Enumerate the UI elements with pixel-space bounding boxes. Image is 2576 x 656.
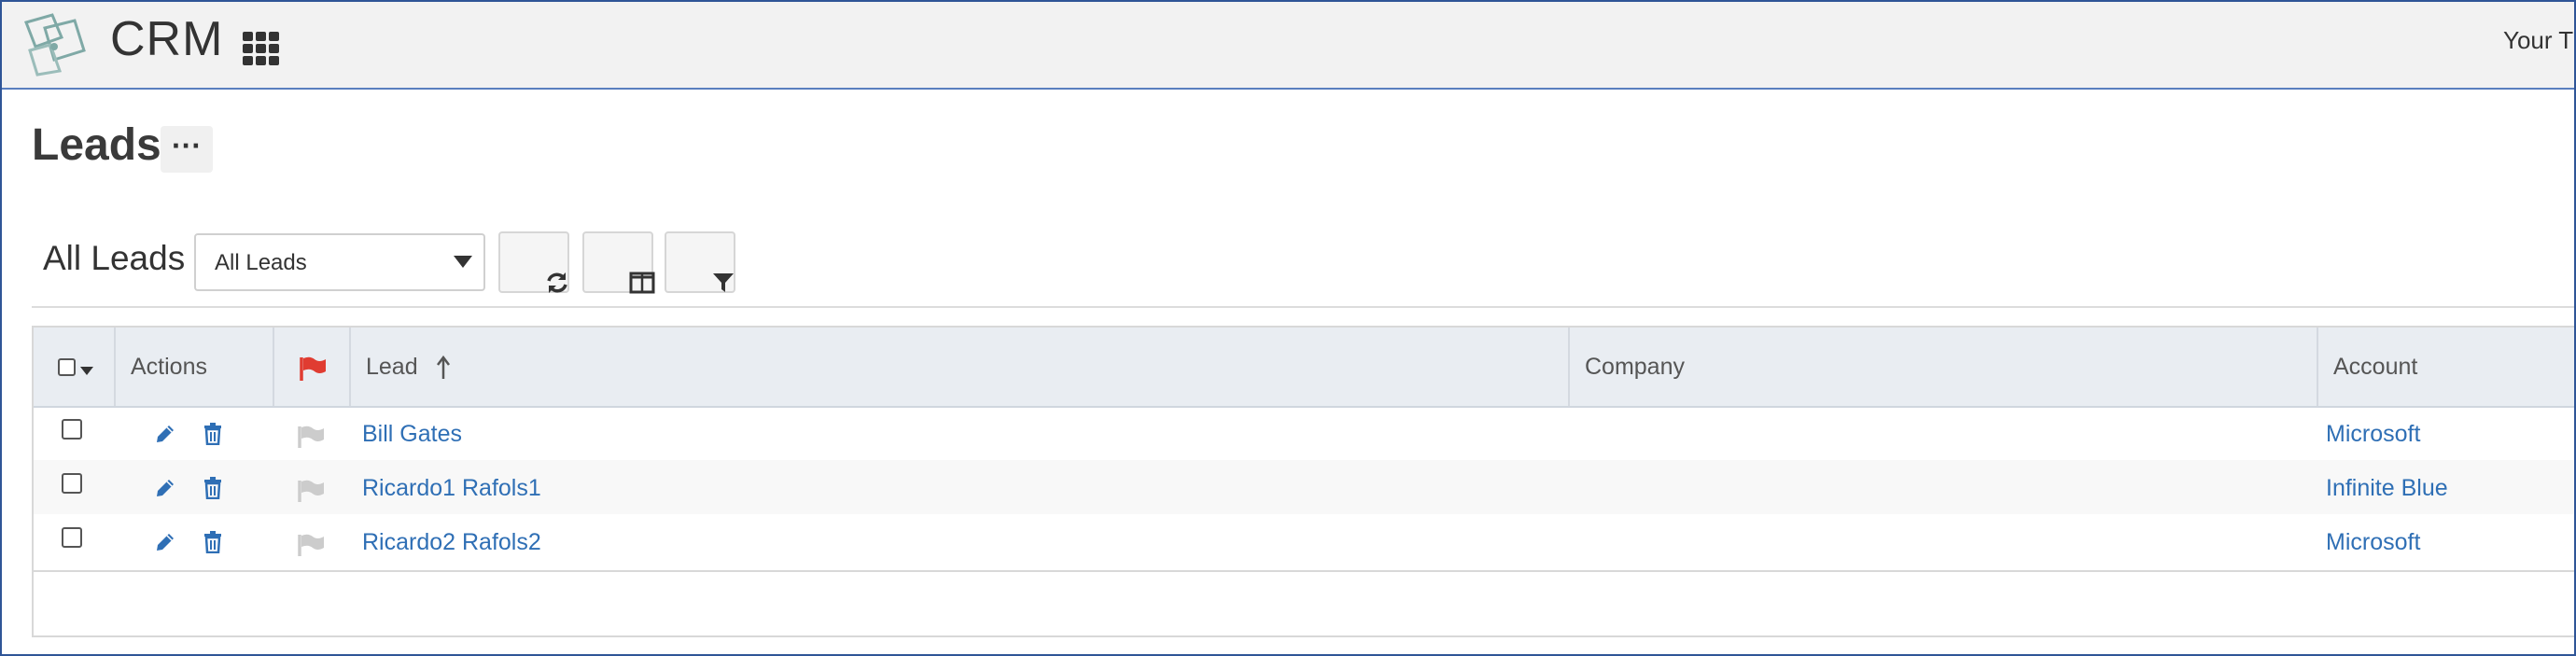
column-label-lead: Lead — [366, 354, 418, 380]
edit-icon[interactable] — [155, 478, 175, 503]
app-title[interactable]: CRM — [110, 11, 223, 67]
columns-button[interactable] — [582, 231, 655, 294]
account-link[interactable]: Microsoft — [2326, 421, 2420, 448]
toolbar-divider — [32, 306, 2574, 308]
flag-icon — [299, 356, 327, 386]
edit-icon[interactable] — [155, 424, 175, 449]
view-select[interactable]: All Leads — [194, 233, 485, 291]
table-row: Ricardo2 Rafols2 Microsoft — [34, 514, 2574, 568]
lead-name-link[interactable]: Ricardo2 Rafols2 — [362, 529, 541, 556]
column-label-account: Account — [2333, 354, 2418, 380]
refresh-button[interactable] — [498, 231, 569, 293]
view-select-value: All Leads — [215, 250, 307, 275]
caret-down-icon — [454, 256, 472, 273]
column-header-company[interactable]: Company — [1570, 328, 2318, 406]
column-header-lead[interactable]: Lead — [351, 328, 1570, 406]
column-header-account[interactable]: Account — [2318, 328, 2574, 406]
column-label-company: Company — [1585, 354, 1685, 380]
row-checkbox[interactable] — [62, 527, 82, 548]
row-checkbox[interactable] — [62, 473, 82, 494]
column-label-actions: Actions — [131, 354, 207, 380]
top-bar: CRM Your Tr — [2, 2, 2574, 90]
delete-icon[interactable] — [203, 423, 222, 450]
more-actions-button[interactable]: ··· — [161, 126, 213, 173]
delete-icon[interactable] — [203, 477, 222, 504]
user-menu[interactable]: Your Tr — [2503, 26, 2574, 55]
edit-icon[interactable] — [155, 532, 175, 557]
select-all-column — [34, 328, 116, 406]
flag-icon[interactable] — [297, 533, 325, 562]
sort-ascending-icon — [437, 355, 450, 384]
caret-down-icon[interactable] — [80, 364, 93, 381]
account-link[interactable]: Microsoft — [2326, 529, 2420, 556]
crm-logo-icon[interactable] — [17, 9, 91, 78]
column-header-flag[interactable] — [274, 328, 351, 406]
filter-button[interactable] — [665, 231, 735, 293]
lead-name-link[interactable]: Ricardo1 Rafols1 — [362, 475, 541, 502]
column-header-actions: Actions — [116, 328, 274, 406]
list-view-title: All Leads — [43, 239, 186, 277]
table-row: Ricardo1 Rafols1 Infinite Blue — [34, 460, 2574, 514]
lead-name-link[interactable]: Bill Gates — [362, 421, 462, 448]
leads-table: Actions Lead Company Account Bill Gates … — [32, 326, 2574, 637]
delete-icon[interactable] — [203, 531, 222, 558]
select-all-checkbox[interactable] — [58, 358, 76, 376]
table-header: Actions Lead Company Account — [34, 328, 2574, 408]
table-footer-divider — [34, 570, 2574, 572]
flag-icon[interactable] — [297, 425, 325, 454]
flag-icon[interactable] — [297, 479, 325, 508]
page-title: Leads — [32, 120, 161, 170]
table-row: Bill Gates Microsoft — [34, 406, 2574, 460]
account-link[interactable]: Infinite Blue — [2326, 475, 2448, 502]
row-checkbox[interactable] — [62, 419, 82, 440]
app-window: CRM Your Tr Leads ··· All Leads All Lead… — [0, 0, 2576, 656]
app-grid-icon[interactable] — [241, 28, 282, 69]
